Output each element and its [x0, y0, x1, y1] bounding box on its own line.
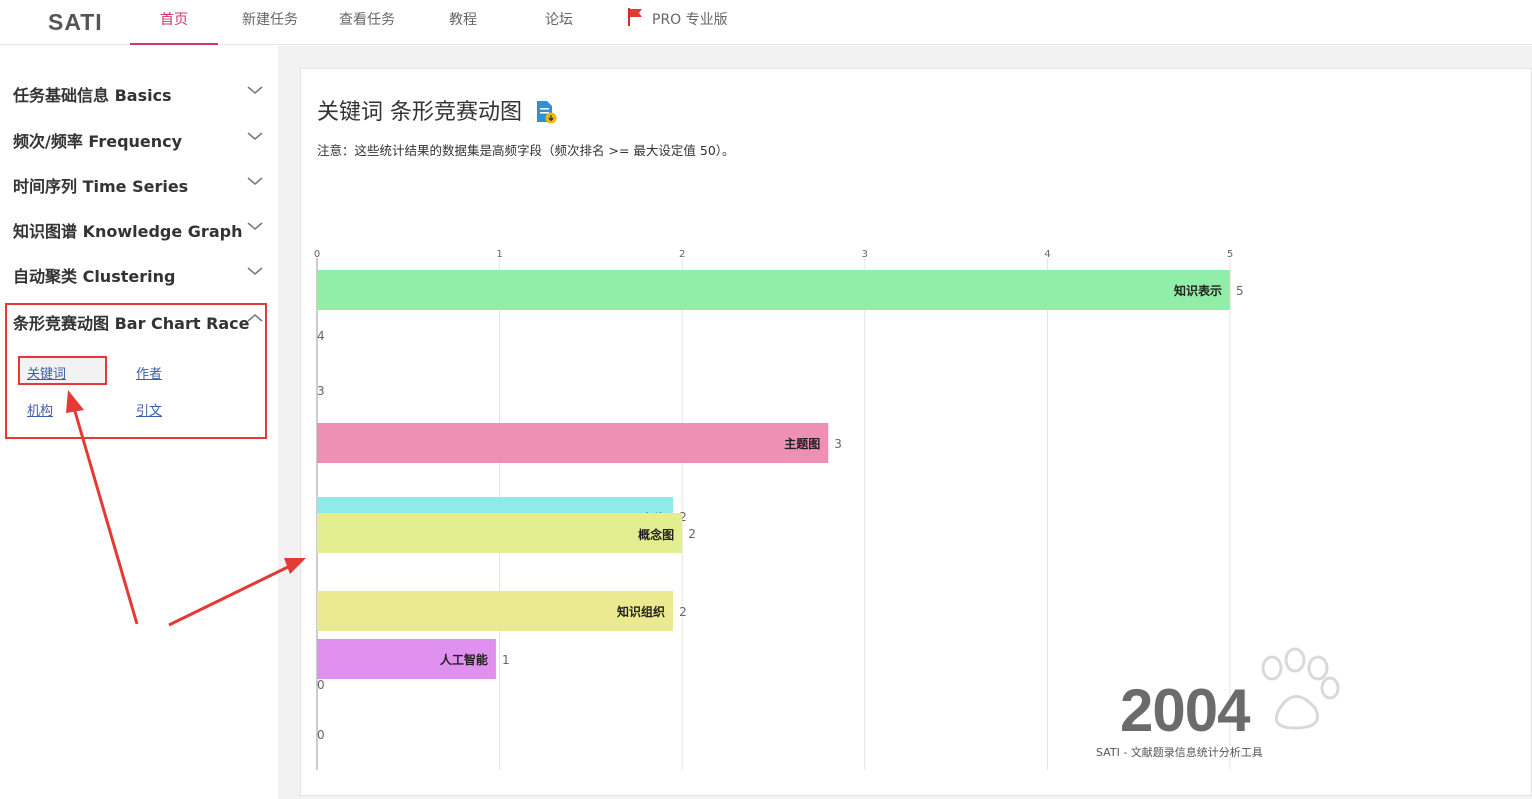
chevron-down-icon: [247, 177, 263, 185]
paw-watermark-icon: [1261, 647, 1340, 730]
sidebar-item-basics[interactable]: 任务基础信息 Basics: [0, 72, 278, 112]
sidebar-item-clustering[interactable]: 自动聚类 Clustering: [0, 253, 278, 293]
chevron-down-icon: [247, 267, 263, 275]
sublink-institutions[interactable]: 机构: [27, 400, 53, 419]
top-navbar: SATI 首页 新建任务 查看任务 教程 论坛 PRO 专业版: [0, 0, 1532, 45]
nav-tutorial-label: 教程: [449, 12, 477, 28]
chevron-down-icon: [247, 86, 263, 94]
page-title: 关键词 条形竞赛动图: [317, 94, 557, 126]
nav-home-label: 首页: [160, 12, 188, 28]
sublink-keywords[interactable]: 关键词: [27, 363, 66, 382]
sublink-citations[interactable]: 引文: [136, 400, 162, 419]
chevron-down-icon: [247, 132, 263, 140]
sati-logo[interactable]: SATI: [48, 9, 103, 36]
sidebar-item-knowledge-graph[interactable]: 知识图谱 Knowledge Graph: [0, 208, 278, 248]
download-doc-icon[interactable]: [535, 100, 557, 124]
sidebar-item-label: 自动聚类 Clustering: [13, 267, 176, 286]
sidebar-item-label: 任务基础信息 Basics: [13, 86, 172, 105]
sidebar-item-frequency[interactable]: 频次/频率 Frequency: [0, 118, 278, 158]
chevron-down-icon: [247, 222, 263, 230]
flag-icon: [628, 8, 642, 26]
chevron-up-icon: [247, 314, 263, 322]
nav-view-tasks[interactable]: 查看任务: [327, 0, 407, 45]
nav-new-task-label: 新建任务: [242, 12, 298, 28]
sidebar-item-label: 时间序列 Time Series: [13, 177, 189, 196]
nav-forum[interactable]: 论坛: [529, 0, 589, 45]
nav-pro-label: PRO 专业版: [652, 12, 728, 28]
dataset-note: 注意：这些统计结果的数据集是高频字段（频次排名 >= 最大设定值 50）。: [317, 143, 735, 158]
sidebar-item-label: 知识图谱 Knowledge Graph: [13, 222, 243, 241]
nav-home[interactable]: 首页: [130, 0, 218, 45]
sublink-authors[interactable]: 作者: [136, 363, 162, 382]
sidebar: 任务基础信息 Basics 频次/频率 Frequency 时间序列 Time …: [0, 46, 278, 799]
logo-text: SATI: [48, 9, 103, 35]
nav-view-tasks-label: 查看任务: [339, 12, 395, 28]
nav-pro[interactable]: PRO 专业版: [626, 0, 746, 45]
sidebar-item-label: 条形竞赛动图 Bar Chart Race: [13, 314, 250, 333]
sidebar-item-bar-chart-race[interactable]: 条形竞赛动图 Bar Chart Race: [0, 300, 278, 340]
nav-forum-label: 论坛: [545, 12, 573, 28]
sidebar-item-label: 频次/频率 Frequency: [13, 132, 183, 151]
sidebar-item-time-series[interactable]: 时间序列 Time Series: [0, 163, 278, 203]
page-title-text: 关键词 条形竞赛动图: [317, 100, 522, 125]
nav-tutorial[interactable]: 教程: [433, 0, 493, 45]
nav-new-task[interactable]: 新建任务: [230, 0, 310, 45]
